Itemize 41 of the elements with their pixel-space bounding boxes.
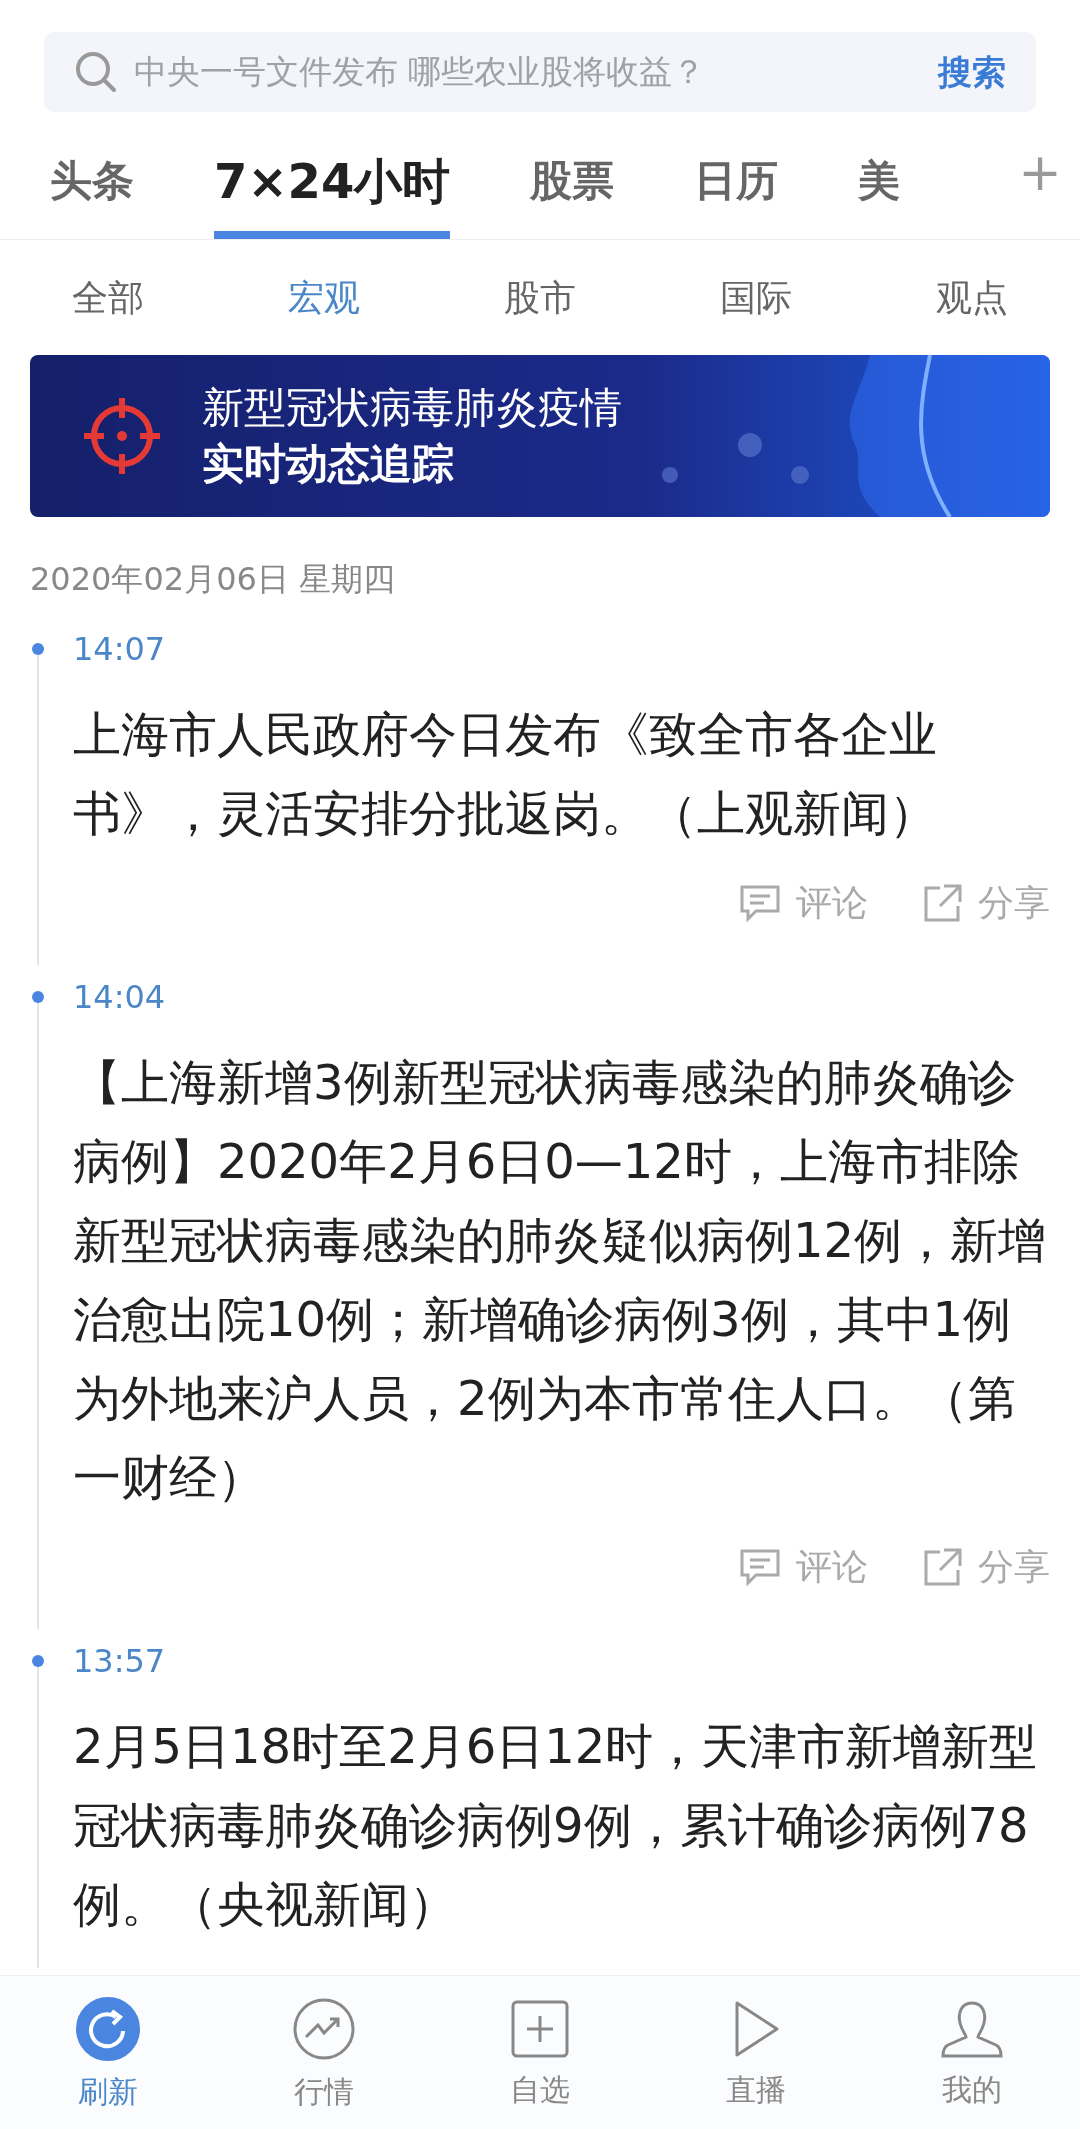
comment-button[interactable]: 评论	[738, 876, 868, 930]
nav-tab[interactable]: 自选	[432, 1976, 648, 2129]
nav-tab[interactable]: 直播	[648, 1976, 864, 2129]
comment-button[interactable]: 评论	[738, 1540, 868, 1594]
filter-tab[interactable]: 观点	[936, 270, 1008, 325]
filter-tab[interactable]: 股市	[504, 270, 576, 325]
news-text: 2月5日18时至2月6日12时，天津市新增新型冠状病毒肺炎确诊病例9例，累计确诊病例78例。（央视新闻）	[73, 1717, 1039, 1934]
nav-tab[interactable]: 行情	[216, 1976, 432, 2129]
category-tab[interactable]: 日历	[694, 122, 779, 239]
search-bar[interactable]: 中央一号文件发布 哪些农业股将收益？ 搜索	[44, 32, 1036, 112]
target-icon	[82, 396, 162, 476]
news-time: 14:07	[73, 629, 166, 670]
comment-icon	[738, 1547, 782, 1587]
nav-tab[interactable]: 刷新	[0, 1976, 216, 2129]
nav-tab[interactable]: 我的	[864, 1976, 1080, 2129]
date-heading: 2020年02月06日 星期四	[29, 559, 397, 599]
filter-tab[interactable]: 宏观	[288, 270, 360, 325]
banner-subtitle: 实时动态追踪	[202, 438, 455, 490]
share-button[interactable]: 分享	[922, 876, 1050, 930]
search-icon	[74, 50, 118, 94]
news-time: 13:57	[73, 1641, 166, 1682]
category-tab[interactable]: 美	[858, 122, 901, 239]
filter-tab[interactable]: 全部	[72, 270, 144, 325]
trend-chart-icon	[292, 1996, 356, 2061]
category-tab[interactable]: 头条	[50, 122, 134, 239]
share-button[interactable]: 分享	[922, 1540, 1050, 1594]
filter-tab[interactable]: 国际	[720, 270, 792, 325]
search-field[interactable]: 中央一号文件发布 哪些农业股将收益？	[134, 47, 922, 97]
news-time: 14:04	[73, 977, 166, 1018]
banner-title: 新型冠状病毒肺炎疫情	[202, 382, 622, 434]
category-tab[interactable]: 7×24小时	[214, 122, 451, 239]
comment-icon	[738, 883, 782, 923]
share-icon	[922, 882, 964, 924]
banner[interactable]: 新型冠状病毒肺炎疫情 实时动态追踪	[30, 355, 1050, 517]
news-text: 上海市人民政府今日发布《致全市各企业书》，灵活安排分批返岗。（上观新闻）	[73, 705, 938, 843]
search-button[interactable]: 搜索	[938, 46, 1006, 98]
category-tab[interactable]: 股票	[530, 122, 615, 239]
share-icon	[922, 1546, 964, 1588]
news-text: 【上海新增3例新型冠状病毒感染的肺炎确诊病例】2020年2月6日0—12时，上海市排除新型冠状病毒感染的肺炎疑似病例12例，新增治愈出院10例；新增确诊病例3例，其中1例为外地来沪人员，2例为本市常住人口。（第一财经）	[73, 1053, 1048, 1507]
refresh-icon	[76, 1996, 140, 2061]
add-box-icon	[510, 1998, 570, 2059]
